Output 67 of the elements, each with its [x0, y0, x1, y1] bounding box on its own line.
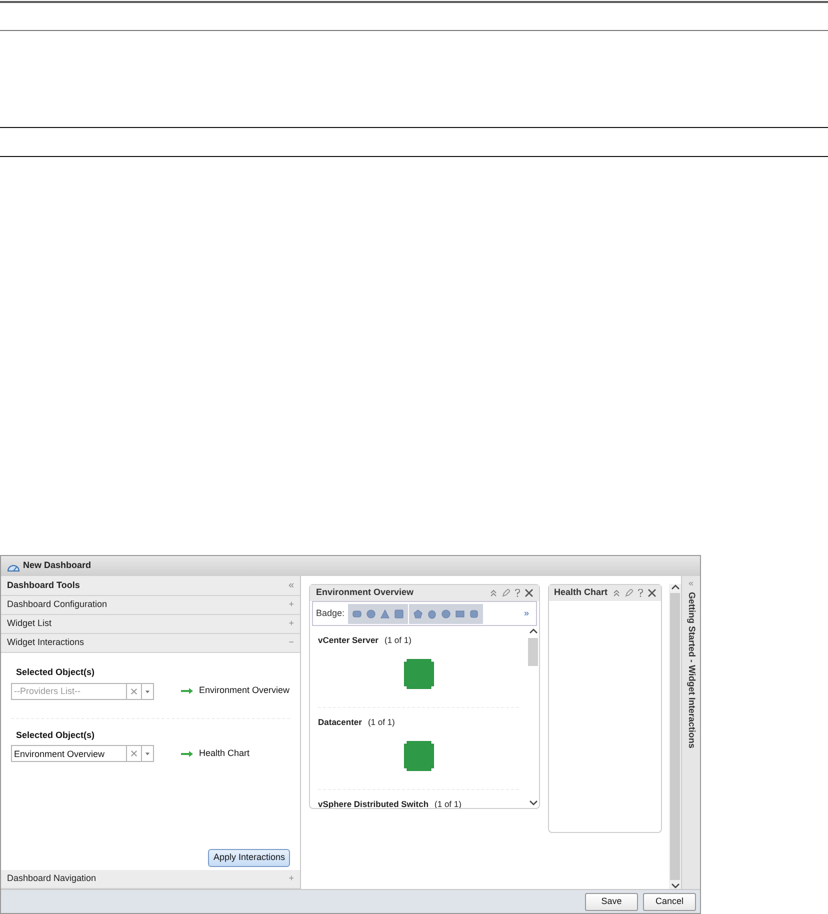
target-widget: Health Chart — [199, 746, 250, 760]
toggle-icon: + — [288, 617, 294, 631]
scroll-down-icon[interactable] — [528, 800, 538, 806]
help-icon[interactable] — [638, 589, 643, 597]
health-indicator-icon[interactable] — [404, 740, 434, 770]
accordion-header[interactable]: Dashboard Navigation + — [1, 870, 300, 889]
close-icon[interactable] — [648, 589, 656, 597]
badge-icon[interactable] — [468, 608, 479, 618]
section-title: Dashboard Configuration — [7, 598, 108, 612]
scroll-up-icon[interactable] — [670, 584, 680, 590]
group-title: vSphere Distributed Switch — [318, 798, 429, 808]
clear-icon[interactable] — [126, 682, 141, 700]
group-count: (1 of 1) — [368, 716, 395, 728]
group-count: (1 of 1) — [434, 798, 462, 808]
accordion-header[interactable]: Widget Interactions − — [1, 634, 300, 653]
collapse-icon[interactable] — [490, 590, 497, 596]
group-title: vCenter Server — [318, 634, 378, 647]
dialog-button[interactable]: Cancel — [643, 892, 696, 910]
panel-title: Dashboard Tools — [7, 578, 80, 592]
scroll-thumb[interactable] — [670, 593, 680, 880]
widget-title: Health Chart — [554, 586, 608, 600]
badge-label: Badge: — [316, 606, 345, 620]
toggle-icon: + — [288, 872, 294, 886]
badge-icon[interactable] — [440, 608, 451, 618]
field-label: Selected Object(s) — [15, 728, 96, 742]
toggle-icon: + — [288, 598, 294, 612]
pencil-icon[interactable] — [625, 589, 633, 597]
combo-field[interactable]: Environment Overview — [11, 745, 126, 762]
scroll-thumb[interactable] — [528, 638, 538, 666]
widget-title: Environment Overview — [316, 586, 414, 600]
badge-icon[interactable] — [394, 608, 404, 618]
badge-icon[interactable] — [426, 608, 437, 618]
dropdown-caret-icon[interactable] — [141, 682, 154, 700]
arrow-icon — [181, 688, 193, 694]
group-title: Datacenter — [318, 716, 362, 728]
health-indicator-icon[interactable] — [404, 658, 434, 689]
section-title: Widget List — [7, 617, 52, 630]
section-title: Widget Interactions — [7, 636, 84, 650]
scrollbar[interactable] — [669, 584, 681, 889]
clear-icon[interactable] — [126, 745, 141, 762]
accordion-header[interactable]: Widget List + — [1, 615, 300, 634]
badge-icon[interactable] — [454, 608, 465, 618]
scroll-up-icon[interactable] — [528, 628, 538, 634]
scroll-down-icon[interactable] — [670, 883, 680, 889]
collapse-icon[interactable] — [613, 590, 620, 596]
toggle-icon: − — [288, 636, 294, 650]
group-count: (1 of 1) — [384, 634, 412, 647]
badge-icon[interactable] — [380, 608, 390, 618]
dialog-button[interactable]: Save — [585, 892, 638, 910]
help-icon[interactable] — [515, 589, 520, 597]
pencil-icon[interactable] — [502, 589, 510, 597]
section-title: Dashboard Navigation — [7, 872, 96, 886]
dropdown-caret-icon[interactable] — [141, 745, 154, 762]
scrollbar[interactable] — [527, 626, 539, 808]
badge-icon[interactable] — [352, 608, 362, 618]
combo-field[interactable]: --Providers List-- — [11, 682, 126, 700]
window-title: New Dashboard — [23, 559, 92, 572]
accordion-header[interactable]: Dashboard Configuration + — [1, 596, 300, 615]
arrow-icon — [181, 750, 193, 756]
badge-icon[interactable] — [412, 608, 423, 618]
target-widget: Environment Overview — [199, 684, 290, 698]
apply-button[interactable]: Apply Interactions — [208, 849, 290, 867]
field-label: Selected Object(s) — [15, 666, 96, 679]
side-panel-title: Getting Started - Widget Interactions — [686, 592, 698, 748]
more-link[interactable]: » — [524, 606, 533, 620]
badge-icon[interactable] — [366, 608, 376, 618]
close-icon[interactable] — [525, 589, 533, 597]
